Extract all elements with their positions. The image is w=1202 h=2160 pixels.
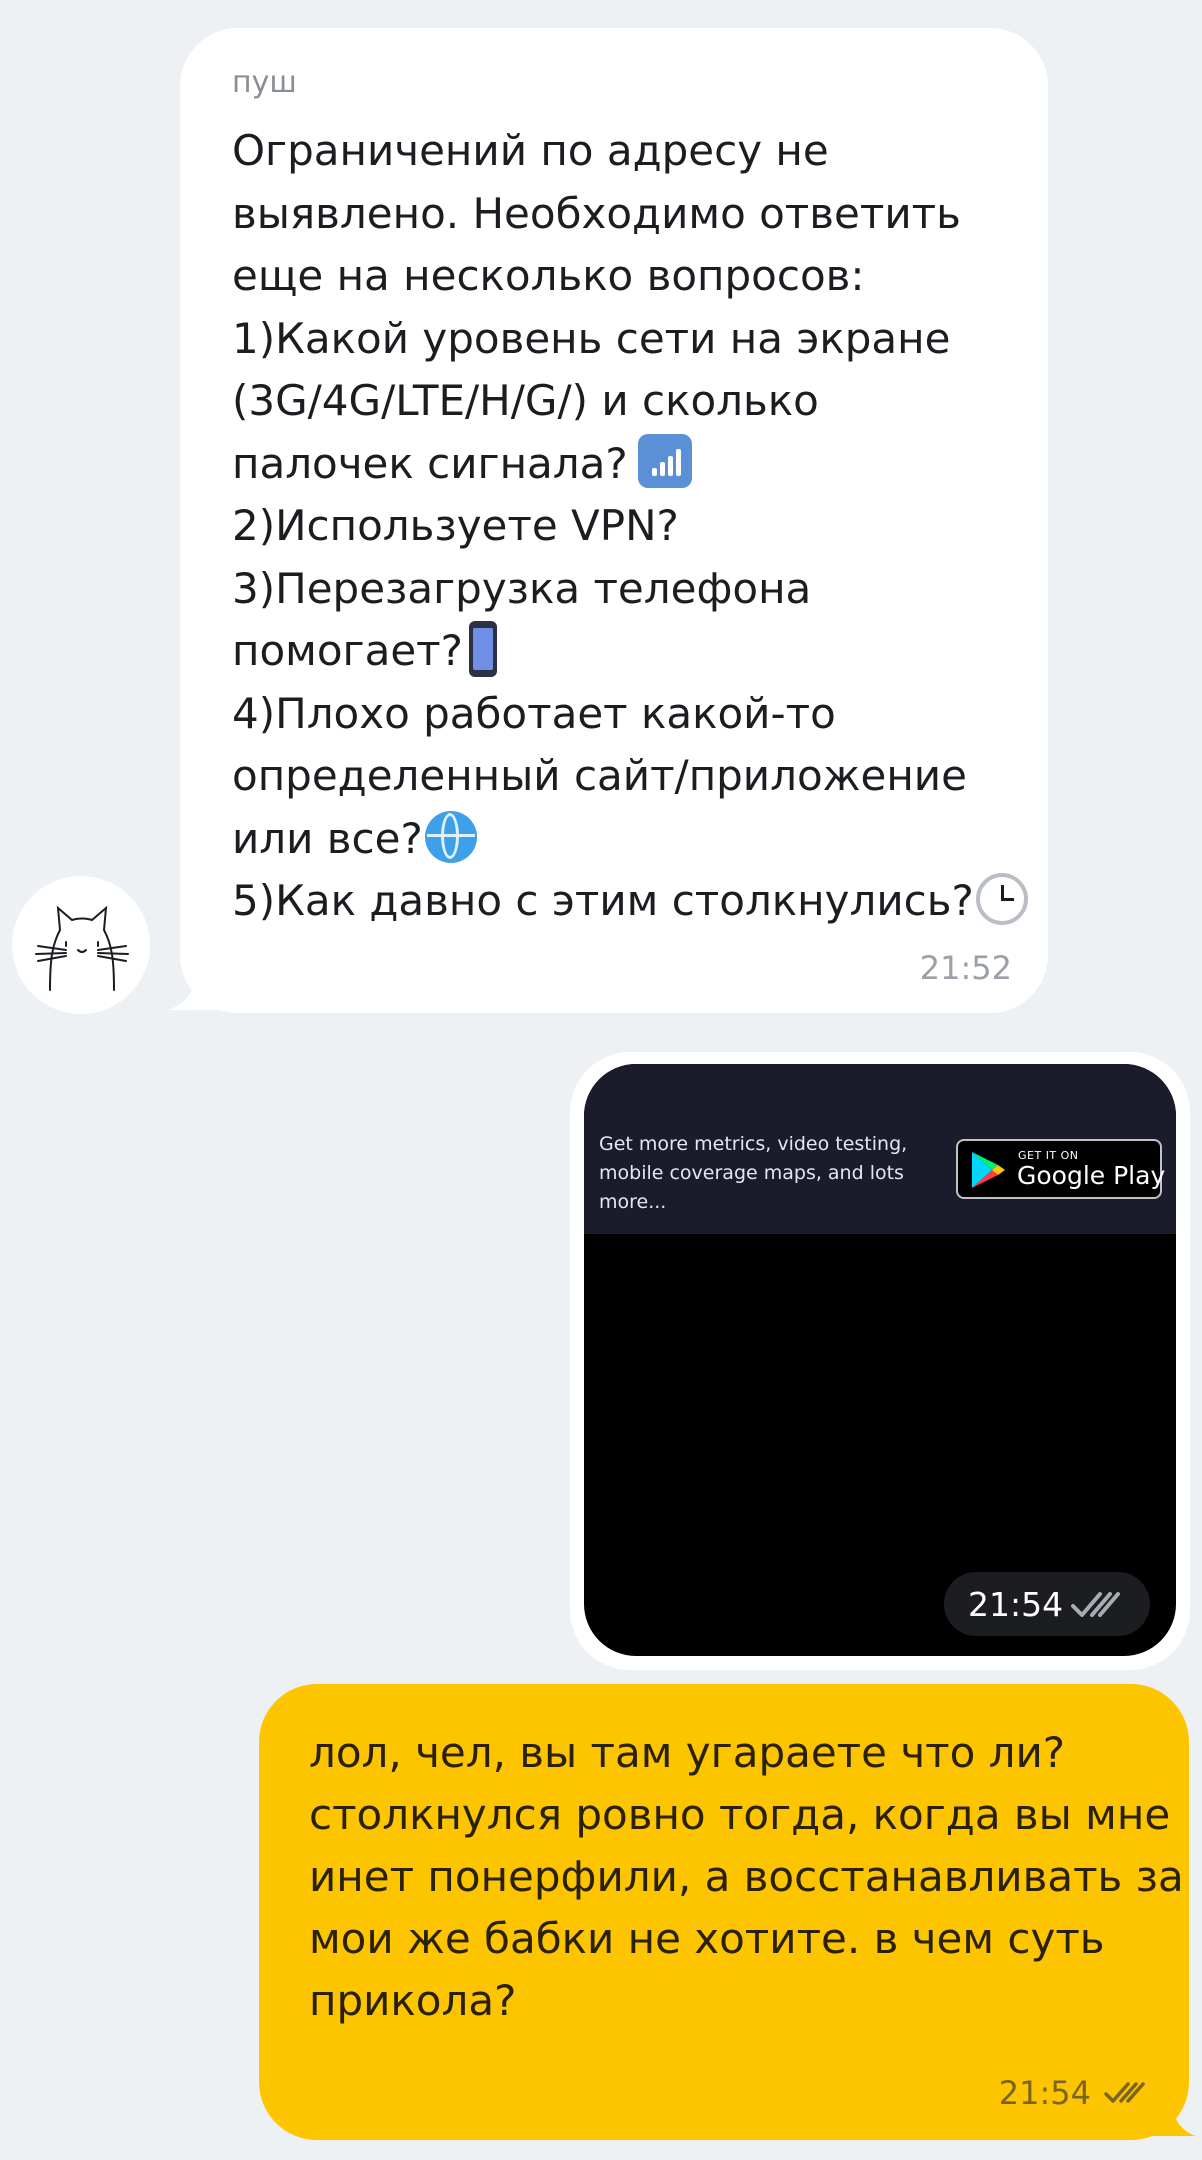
message-line: столкнулся ровно тогда, когда вы мне [309, 1790, 1171, 1839]
google-play-badge: GET IT ON Google Play [956, 1139, 1166, 1199]
message-line-with-emoji: 5)Как давно с этим столкнулись? [232, 870, 1028, 933]
message-line: Ограничений по адресу не [232, 126, 829, 175]
incoming-message-time: 21:52 [919, 949, 1012, 987]
message-line: мои же бабки не хотите. в чем суть [309, 1914, 1105, 1963]
app-promo-banner: Get more metrics, video testing, mobile … [584, 1064, 1176, 1234]
message-line-with-emoji: или все? [232, 808, 998, 871]
incoming-message-bubble[interactable]: пуш Ограничений по адресу не выявлено. Н… [180, 28, 1048, 1013]
message-line: 2)Используете VPN? [232, 501, 679, 550]
attached-screenshot[interactable]: Get more metrics, video testing, mobile … [584, 1064, 1176, 1656]
message-line: 3)Перезагрузка телефона [232, 563, 812, 613]
message-line: еще на несколько вопросов: [232, 251, 865, 300]
message-line: 1)Какой уровень сети на экране [232, 313, 951, 363]
sender-name: пуш [232, 65, 297, 100]
message-line: инет понерфили, а восстанавливать за [309, 1852, 1184, 1901]
message-line: определенный сайт/приложение [232, 751, 967, 800]
message-line-with-emoji: палочек сигнала? [232, 433, 998, 496]
outgoing-message-bubble[interactable]: лол, чел, вы там угараете что ли? столкн… [259, 1684, 1189, 2140]
image-message-time: 21:54 [968, 1585, 1064, 1624]
outgoing-message-text: лол, чел, вы там угараете что ли? столкн… [309, 1722, 1184, 2032]
message-line: палочек сигнала? [232, 438, 628, 488]
message-line-with-emoji: помогает? [232, 620, 998, 683]
message-line: или все? [232, 813, 423, 863]
image-message-bubble[interactable]: Get more metrics, video testing, mobile … [570, 1052, 1190, 1670]
promo-text: Get more metrics, video testing, mobile … [599, 1133, 908, 1213]
message-line: прикола? [309, 1976, 517, 2025]
double-check-icon [1071, 1592, 1120, 1617]
double-check-icon [1104, 2082, 1145, 2103]
message-line: 4)Плохо работает какой-то [232, 688, 836, 738]
google-play-icon [972, 1152, 1005, 1188]
incoming-message-text: Ограничений по адресу не выявлено. Необх… [232, 120, 1028, 933]
message-line: выявлено. Необходимо ответить [232, 188, 961, 238]
mobile-phone-icon [468, 621, 497, 677]
signal-bars-icon [637, 433, 692, 488]
outgoing-message-time: 21:54 [998, 2074, 1091, 2112]
image-time-pill: 21:54 [944, 1572, 1150, 1636]
cat-avatar-icon [35, 905, 129, 991]
badge-store-name: Google Play [1017, 1161, 1166, 1190]
message-line: 5)Как давно с этим столкнулись? [232, 876, 974, 925]
clock-icon [975, 873, 1028, 925]
message-line: (3G/4G/LTE/H/G/) и сколько [232, 376, 819, 425]
message-line: лол, чел, вы там угараете что ли? [309, 1728, 1066, 1777]
chat-view: пуш Ограничений по адресу не выявлено. Н… [0, 0, 1202, 2160]
message-line: помогает? [232, 626, 463, 675]
avatar[interactable] [12, 876, 150, 1014]
globe-icon [424, 810, 477, 863]
